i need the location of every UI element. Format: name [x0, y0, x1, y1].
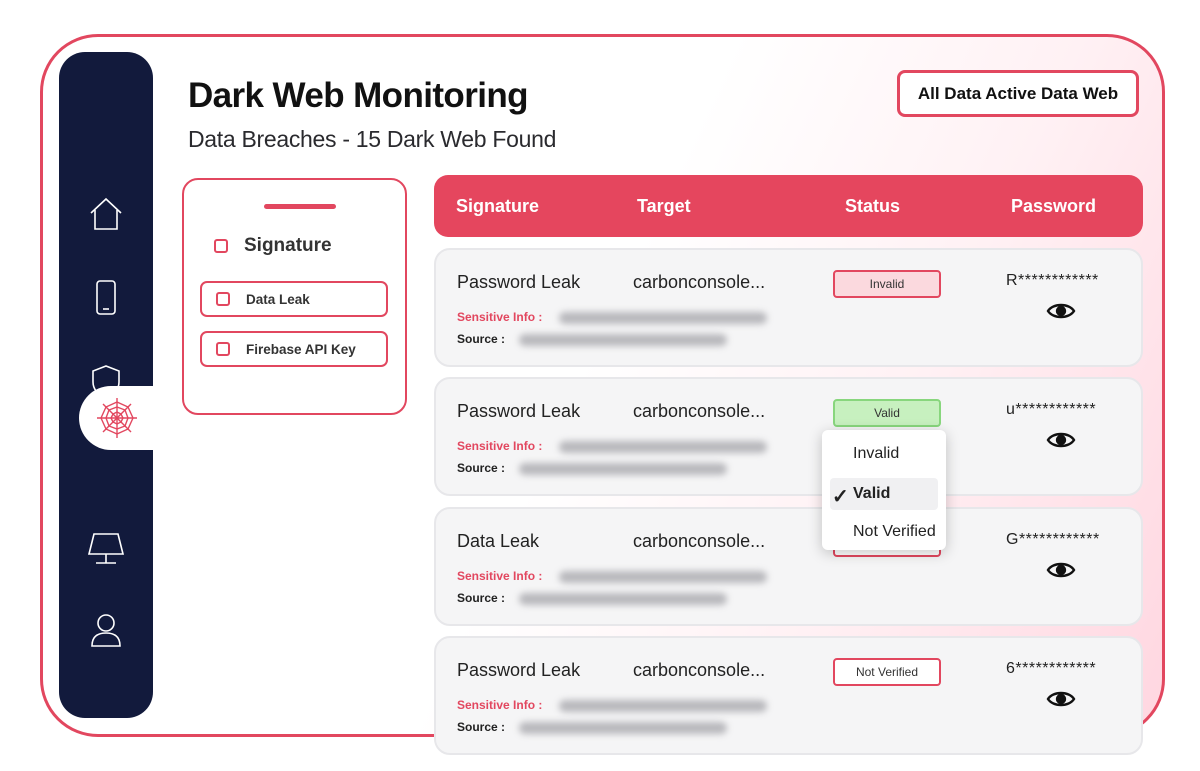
eye-icon[interactable]	[1046, 429, 1076, 451]
row-signature: Password Leak	[457, 401, 581, 421]
table-header: Signature Target Status Password	[434, 175, 1143, 237]
source-value-redacted	[519, 593, 727, 605]
row-target: carbonconsole...	[633, 531, 766, 551]
filter-header: Signature	[214, 235, 332, 257]
sensitive-info-label: Sensitive Info :	[457, 439, 543, 453]
sensitive-info-label: Sensitive Info :	[457, 569, 543, 583]
dropdown-option-valid[interactable]: ✓ Valid	[830, 478, 938, 510]
sensitive-info-label: Sensitive Info :	[457, 698, 543, 712]
source-value-redacted	[519, 463, 727, 475]
filter-option-label: Data Leak	[246, 291, 310, 307]
filter-panel: Signature Data Leak Firebase API Key	[182, 178, 407, 415]
sensitive-info-label: Sensitive Info :	[457, 310, 543, 324]
column-header-status[interactable]: Status	[845, 196, 900, 217]
source-label: Source :	[457, 720, 506, 734]
masked-password: 6************	[1006, 660, 1097, 677]
status-dropdown-menu: Invalid ✓ Valid Not Verified	[822, 430, 946, 550]
all-data-active-button[interactable]: All Data Active Data Web	[897, 70, 1139, 117]
dropdown-option-not-verified[interactable]: Not Verified	[830, 516, 938, 548]
status-badge[interactable]: Invalid	[833, 270, 941, 298]
user-icon	[91, 614, 121, 647]
row-signature: Password Leak	[457, 660, 581, 680]
filter-option-label: Firebase API Key	[246, 341, 356, 357]
sidebar-item-home[interactable]	[59, 184, 153, 244]
signature-checkbox[interactable]	[214, 239, 228, 253]
filter-header-label: Signature	[244, 235, 332, 256]
eye-icon[interactable]	[1046, 688, 1076, 710]
source-value-redacted	[519, 334, 727, 346]
filter-option-data-leak[interactable]: Data Leak	[200, 281, 388, 317]
sidebar	[59, 52, 153, 718]
monitor-icon	[87, 533, 125, 564]
source-value-redacted	[519, 722, 727, 734]
column-header-signature[interactable]: Signature	[456, 196, 539, 217]
sidebar-item-profile[interactable]	[59, 600, 153, 660]
masked-password: G************	[1006, 531, 1100, 548]
sensitive-info-value-redacted	[559, 312, 767, 324]
table-row: Password Leak carbonconsole... Sensitive…	[434, 377, 1143, 496]
row-target: carbonconsole...	[633, 660, 766, 680]
source-label: Source :	[457, 591, 506, 605]
spider-web-icon	[97, 398, 137, 438]
mobile-icon	[96, 280, 116, 315]
source-label: Source :	[457, 461, 506, 475]
table-row: Password Leak carbonconsole... Sensitive…	[434, 636, 1143, 755]
column-header-target[interactable]: Target	[637, 196, 691, 217]
table-row: Password Leak carbonconsole... Sensitive…	[434, 248, 1143, 367]
masked-password: R************	[1006, 272, 1099, 289]
table-row: Data Leak carbonconsole... Sensitive Inf…	[434, 507, 1143, 626]
filter-panel-handle[interactable]	[264, 204, 336, 209]
sensitive-info-value-redacted	[559, 441, 767, 453]
data-leak-checkbox[interactable]	[216, 292, 230, 306]
sidebar-item-monitor[interactable]	[59, 518, 153, 578]
page-subtitle: Data Breaches - 15 Dark Web Found	[188, 126, 557, 152]
row-signature: Data Leak	[457, 531, 540, 551]
home-icon	[90, 197, 122, 230]
sensitive-info-value-redacted	[559, 700, 767, 712]
dropdown-option-invalid[interactable]: Invalid	[830, 438, 938, 470]
masked-password: u************	[1006, 401, 1097, 418]
row-target: carbonconsole...	[633, 272, 766, 292]
sidebar-item-dark-web[interactable]	[79, 386, 155, 450]
row-signature: Password Leak	[457, 272, 581, 292]
eye-icon[interactable]	[1046, 300, 1076, 322]
sidebar-item-mobile[interactable]	[59, 268, 153, 328]
status-badge[interactable]: Not Verified	[833, 658, 941, 686]
source-label: Source :	[457, 332, 506, 346]
eye-icon[interactable]	[1046, 559, 1076, 581]
column-header-password[interactable]: Password	[1011, 196, 1096, 217]
checkmark-icon: ✓	[832, 486, 849, 508]
sensitive-info-value-redacted	[559, 571, 767, 583]
dropdown-option-label: Valid	[853, 485, 891, 502]
row-target: carbonconsole...	[633, 401, 766, 421]
page-title: Dark Web Monitoring	[188, 76, 529, 115]
status-badge[interactable]: Valid	[833, 399, 941, 427]
filter-option-firebase-api-key[interactable]: Firebase API Key	[200, 331, 388, 367]
firebase-api-key-checkbox[interactable]	[216, 342, 230, 356]
